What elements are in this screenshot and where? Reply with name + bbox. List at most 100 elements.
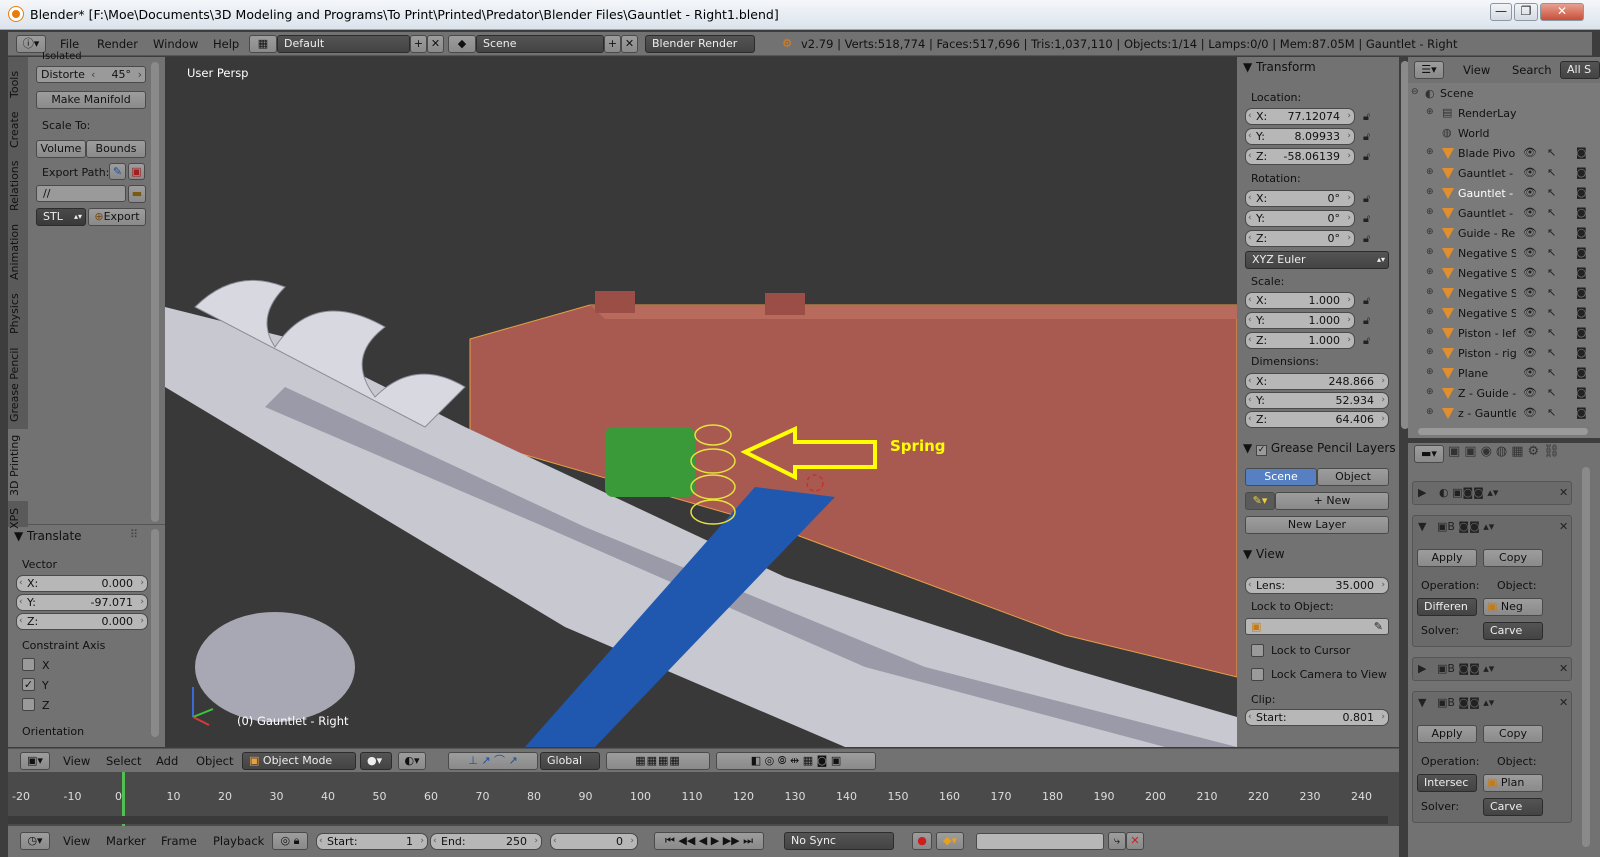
bounds-button[interactable]: Bounds	[86, 140, 146, 158]
outliner-item-selected[interactable]: ⊕ Gauntlet - 👁︎ ↖ ◙	[1408, 184, 1600, 204]
menu-window[interactable]: Window	[153, 37, 198, 51]
tab-grease-pencil[interactable]: Grease Pencil	[8, 343, 28, 427]
playback-controls[interactable]: ⏮ ◀◀ ◀ ▶ ▶▶ ⏭	[654, 832, 764, 850]
outliner-item[interactable]: ⊕ Negative S 👁︎ ↖ ◙	[1408, 284, 1600, 304]
object-field[interactable]: ▣ Neg	[1483, 598, 1543, 616]
outliner-item[interactable]: ⊕ z - Gauntle 👁︎ ↖ ◙	[1408, 404, 1600, 424]
outliner-item[interactable]: ⊕ Negative S 👁︎ ↖ ◙	[1408, 244, 1600, 264]
menu-view[interactable]: View	[63, 754, 90, 768]
solver-dropdown[interactable]: Carve	[1483, 622, 1543, 640]
outliner-item[interactable]: ⊕ Piston - lef 👁︎ ↖ ◙	[1408, 324, 1600, 344]
tab-animation[interactable]: Animation	[8, 219, 28, 285]
properties-tabs-icons[interactable]: ▣▣◉◍▦⚙⛓	[1448, 444, 1564, 459]
start-frame-field[interactable]: ‹ Start: 1 ›	[316, 833, 428, 850]
clip-start-field[interactable]: ‹ Start: 0.801 ›	[1245, 709, 1389, 726]
outliner-item[interactable]: ⊕ Guide - Re 👁︎ ↖ ◙	[1408, 224, 1600, 244]
scale-z-field[interactable]: ‹ Z: 1.000 ›	[1245, 332, 1355, 349]
folder-icon[interactable]: ▬	[128, 185, 146, 203]
delete-keyframe-icon[interactable]: ✕	[1126, 832, 1144, 850]
distort-field[interactable]: Distorte ‹ 45° ›	[36, 66, 146, 83]
gp-scene-button[interactable]: Scene	[1245, 468, 1317, 486]
transform-panel-title[interactable]: ▼ Transform	[1243, 60, 1316, 74]
timeline-scrollbar[interactable]	[8, 816, 1388, 824]
lock-location-x-icon[interactable]: 🔓︎	[1363, 110, 1370, 124]
modifier-collapsed-1[interactable]: ▶ ◐ ▣◙◙ ▴▾ ✕	[1412, 481, 1572, 505]
outliner-item[interactable]: ⊕ Plane 👁︎ ↖ ◙	[1408, 364, 1600, 384]
lock-rotation-x-icon[interactable]: 🔓︎	[1363, 192, 1370, 206]
outliner-item-renderlayers[interactable]: ⊕ ▤ RenderLay	[1408, 104, 1600, 124]
record-icon[interactable]: ●	[912, 832, 932, 850]
outliner-item-world[interactable]: ◍ World	[1408, 124, 1600, 144]
outliner-scrollbar[interactable]	[1418, 428, 1588, 435]
shading-dropdown[interactable]: ●▾	[360, 752, 392, 770]
rotation-x-field[interactable]: ‹ X: 0° ›	[1245, 190, 1355, 207]
outliner-editor-icon[interactable]: ☰▾	[1414, 61, 1444, 79]
object-field[interactable]: ▣ Plan	[1483, 774, 1543, 792]
solver-dropdown[interactable]: Carve	[1483, 798, 1543, 816]
apply-button[interactable]: Apply	[1417, 725, 1477, 743]
tab-relations[interactable]: Relations	[8, 155, 28, 217]
tool-shelf-scrollbar[interactable]	[151, 62, 159, 522]
tab-physics[interactable]: Physics	[8, 287, 28, 341]
timeline-editor-icon[interactable]: ◷▾	[20, 832, 50, 850]
constraint-z-checkbox[interactable]	[22, 698, 35, 711]
current-frame-field[interactable]: ‹ 0 ›	[550, 833, 638, 850]
insert-keyframe-icon[interactable]: ⤷	[1108, 832, 1126, 850]
modifier-collapsed-2[interactable]: ▶ ▣B ◙◙ ▴▾ ✕	[1412, 657, 1572, 681]
outliner-item[interactable]: ⊕ Gauntlet - 👁︎ ↖ ◙	[1408, 204, 1600, 224]
lock-scale-z-icon[interactable]: 🔓︎	[1363, 334, 1370, 348]
timeline-menu-frame[interactable]: Frame	[161, 834, 197, 848]
operator-scrollbar[interactable]	[151, 529, 159, 737]
rotation-mode-dropdown[interactable]: XYZ Euler ▴▾	[1245, 251, 1389, 269]
new-layer-button[interactable]: New Layer	[1245, 516, 1389, 534]
keying-icon[interactable]: ◆▾	[936, 832, 964, 850]
lock-location-y-icon[interactable]: 🔓︎	[1363, 130, 1370, 144]
add-layout-button[interactable]: +	[410, 35, 427, 53]
copy-button[interactable]: Copy	[1483, 725, 1543, 743]
operation-dropdown[interactable]: Differen	[1417, 598, 1477, 616]
outliner-item[interactable]: ⊕ Z - Guide - 👁︎ ↖ ◙	[1408, 384, 1600, 404]
keying-set-field[interactable]	[976, 833, 1104, 850]
volume-button[interactable]: Volume	[36, 140, 86, 158]
sync-dropdown[interactable]: No Sync	[784, 832, 894, 850]
manipulator-icons[interactable]: ⊥ ↗ ⌒ ↗	[448, 752, 538, 770]
outliner-search-menu[interactable]: Search	[1512, 63, 1552, 77]
lock-camera-checkbox[interactable]	[1251, 668, 1264, 681]
format-dropdown[interactable]: STL ▴▾	[36, 208, 86, 226]
gp-new-button[interactable]: + New	[1275, 492, 1389, 510]
3d-viewport[interactable]: User Persp Spring (0) Gauntlet - Right	[165, 57, 1237, 747]
layout-field[interactable]: Default	[277, 35, 410, 53]
lock-rotation-z-icon[interactable]: 🔓︎	[1363, 232, 1370, 246]
lock-rotation-y-icon[interactable]: 🔓︎	[1363, 212, 1370, 226]
location-x-field[interactable]: ‹ X: 77.12074 ›	[1245, 108, 1355, 125]
vector-y-field[interactable]: ‹ Y: -97.071 ›	[16, 594, 148, 611]
lock-object-field[interactable]: ▣ ✎	[1245, 618, 1389, 635]
viewport-tool-icons[interactable]: ◧ ◎ ⦾ ⇹ ▦ ◙ ▣	[716, 752, 876, 770]
rotation-z-field[interactable]: ‹ Z: 0° ›	[1245, 230, 1355, 247]
remove-scene-button[interactable]: ✕	[621, 35, 638, 53]
view-panel-title[interactable]: ▼ View	[1243, 547, 1285, 561]
vector-z-field[interactable]: ‹ Z: 0.000 ›	[16, 613, 148, 630]
timeline[interactable]: -20 -10 0 10 20 30 40 50 60 70 80 90 100 110 120 130 140…	[8, 772, 1399, 826]
render-engine-dropdown[interactable]: Blender Render	[645, 35, 755, 53]
drag-handle-icon[interactable]: ⠿	[130, 528, 138, 541]
outliner-display-dropdown[interactable]: All S	[1560, 61, 1600, 79]
outliner-item[interactable]: ⊕ Piston - rig 👁︎ ↖ ◙	[1408, 344, 1600, 364]
apply-button[interactable]: Apply	[1417, 549, 1477, 567]
scale-x-field[interactable]: ‹ X: 1.000 ›	[1245, 292, 1355, 309]
scene-field[interactable]: Scene	[476, 35, 604, 53]
dimension-x-field[interactable]: ‹ X: 248.866 ›	[1245, 373, 1389, 390]
constraint-x-checkbox[interactable]	[22, 658, 35, 671]
layers-grid[interactable]: ▦▦▦▦	[606, 752, 710, 770]
mode-dropdown[interactable]: ▣ Object Mode	[242, 752, 356, 770]
minimize-button[interactable]: —	[1490, 3, 1512, 21]
lock-to-cursor-checkbox[interactable]	[1251, 644, 1264, 657]
properties-editor-icon[interactable]: ▬▾	[1414, 445, 1444, 463]
outliner-item[interactable]: ⊕ Blade Pivo 👁︎ ↖ ◙	[1408, 144, 1600, 164]
timeline-menu-playback[interactable]: Playback	[213, 834, 264, 848]
outliner-scene[interactable]: ⊖ ◐ Scene	[1408, 84, 1600, 104]
copy-button[interactable]: Copy	[1483, 549, 1543, 567]
dimension-y-field[interactable]: ‹ Y: 52.934 ›	[1245, 392, 1389, 409]
eyedropper-icon[interactable]: ✎	[109, 163, 126, 180]
rotation-y-field[interactable]: ‹ Y: 0° ›	[1245, 210, 1355, 227]
